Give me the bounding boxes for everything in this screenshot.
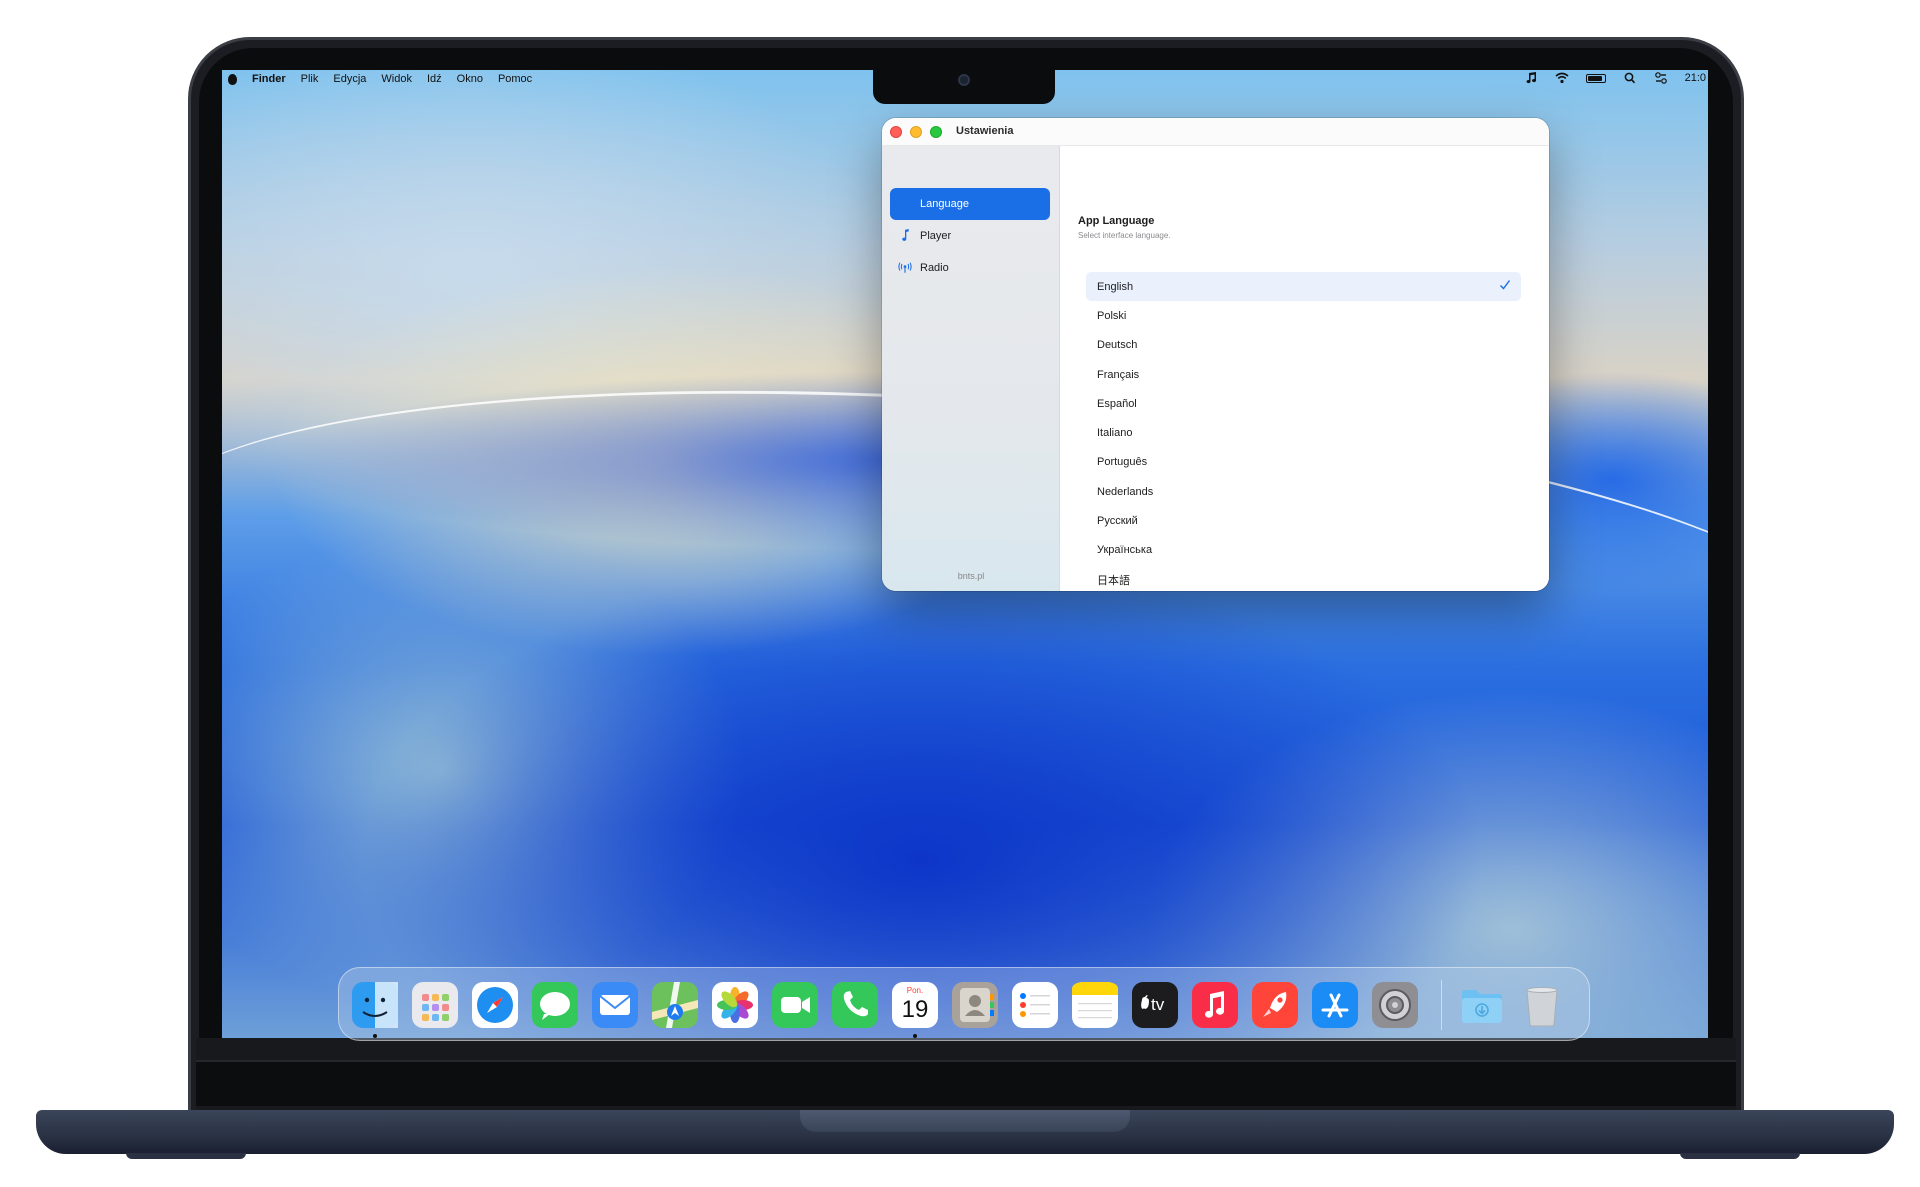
language-option-russian[interactable]: Русский bbox=[1086, 506, 1521, 535]
language-option-english[interactable]: English bbox=[1086, 272, 1521, 302]
settings-window: Ustawienia Language Player Radio bnts.pl… bbox=[882, 118, 1549, 591]
facetime-icon[interactable] bbox=[772, 982, 818, 1028]
language-label: English bbox=[1097, 280, 1134, 293]
language-label: Italiano bbox=[1097, 427, 1133, 440]
rocketsim-icon[interactable] bbox=[1252, 982, 1298, 1028]
minimize-button[interactable] bbox=[910, 126, 922, 138]
maps-icon[interactable] bbox=[652, 982, 698, 1028]
calendar-day: 19 bbox=[901, 996, 929, 1023]
antenna-icon bbox=[898, 261, 912, 275]
sidebar-item-language[interactable]: Language bbox=[890, 188, 1050, 220]
running-indicator bbox=[913, 1034, 917, 1038]
mail-icon[interactable] bbox=[592, 982, 638, 1028]
music-icon[interactable] bbox=[1192, 982, 1238, 1028]
language-label: Español bbox=[1097, 397, 1137, 410]
menu-pomoc[interactable]: Pomoc bbox=[498, 73, 532, 85]
language-label: Nederlands bbox=[1097, 485, 1154, 498]
trash-icon[interactable] bbox=[1519, 982, 1565, 1028]
calendar-icon[interactable]: Pon. 19 bbox=[892, 982, 938, 1028]
sidebar-footer: bnts.pl bbox=[957, 571, 985, 581]
finder-icon[interactable] bbox=[352, 982, 398, 1028]
language-label: Português bbox=[1097, 456, 1148, 469]
menu-clock[interactable]: 21:0 bbox=[1685, 72, 1706, 84]
dock: Pon. 19 tv bbox=[338, 967, 1590, 1041]
camera-icon bbox=[958, 74, 970, 86]
menu-app-name[interactable]: Finder bbox=[252, 73, 286, 85]
search-icon[interactable] bbox=[1623, 72, 1637, 84]
close-button[interactable] bbox=[890, 126, 902, 138]
language-option-polski[interactable]: Polski bbox=[1086, 301, 1521, 330]
dock-separator bbox=[1441, 980, 1442, 1030]
language-option-portugues[interactable]: Português bbox=[1086, 448, 1521, 477]
menu-widok[interactable]: Widok bbox=[381, 73, 412, 85]
menu-okno[interactable]: Okno bbox=[457, 73, 483, 85]
language-label: Français bbox=[1097, 368, 1140, 381]
language-list: English Polski Deutsch Français Español … bbox=[1086, 272, 1521, 591]
photos-icon[interactable] bbox=[712, 982, 758, 1028]
language-label: Русский bbox=[1097, 515, 1138, 528]
menu-plik[interactable]: Plik bbox=[301, 73, 319, 85]
language-settings-panel: App Language Select interface language. … bbox=[1060, 146, 1549, 591]
launchpad-icon[interactable] bbox=[412, 982, 458, 1028]
camera-notch bbox=[873, 70, 1055, 104]
laptop-opening-notch bbox=[800, 1110, 1130, 1132]
language-option-deutsch[interactable]: Deutsch bbox=[1086, 331, 1521, 360]
music-note-icon[interactable] bbox=[1524, 72, 1538, 84]
apple-tv-label: tv bbox=[1151, 995, 1165, 1014]
apple-tv-icon[interactable]: tv bbox=[1132, 982, 1178, 1028]
language-label: Polski bbox=[1097, 309, 1127, 322]
safari-icon[interactable] bbox=[472, 982, 518, 1028]
language-option-japanese[interactable]: 日本語 bbox=[1086, 565, 1521, 591]
apple-icon[interactable] bbox=[228, 73, 237, 85]
phone-icon[interactable] bbox=[832, 982, 878, 1028]
menu-edycja[interactable]: Edycja bbox=[333, 73, 366, 85]
window-titlebar[interactable]: Ustawienia bbox=[882, 118, 1549, 146]
window-title: Ustawienia bbox=[956, 125, 1014, 137]
section-title: App Language bbox=[1078, 215, 1155, 227]
sidebar: Language Player Radio bnts.pl bbox=[882, 146, 1060, 591]
language-option-espanol[interactable]: Español bbox=[1086, 389, 1521, 418]
laptop-foot bbox=[126, 1153, 246, 1159]
control-center-icon[interactable] bbox=[1654, 72, 1668, 84]
sidebar-item-label: Player bbox=[920, 230, 952, 242]
globe-icon bbox=[898, 197, 912, 211]
language-label: 日本語 bbox=[1097, 574, 1130, 587]
notes-icon[interactable] bbox=[1072, 982, 1118, 1028]
messages-icon[interactable] bbox=[532, 982, 578, 1028]
downloads-folder-icon[interactable] bbox=[1459, 982, 1505, 1028]
zoom-button[interactable] bbox=[930, 126, 942, 138]
laptop-foot bbox=[1680, 1153, 1800, 1159]
language-option-francais[interactable]: Français bbox=[1086, 360, 1521, 389]
section-subtitle: Select interface language. bbox=[1078, 231, 1171, 240]
language-option-ukrainian[interactable]: Українська bbox=[1086, 536, 1521, 565]
language-label: Deutsch bbox=[1097, 339, 1138, 352]
sidebar-item-label: Language bbox=[920, 198, 969, 210]
laptop-frame: Finder Plik Edycja Widok Idź Okno Pomoc … bbox=[0, 0, 1920, 1187]
battery-icon[interactable] bbox=[1585, 73, 1606, 83]
checkmark-icon bbox=[1500, 280, 1511, 290]
laptop-hinge bbox=[196, 1060, 1736, 1106]
language-label: Українська bbox=[1097, 544, 1153, 557]
wifi-icon[interactable] bbox=[1555, 72, 1569, 84]
calendar-month: Pon. bbox=[906, 986, 924, 995]
system-settings-icon[interactable] bbox=[1372, 982, 1418, 1028]
contacts-icon[interactable] bbox=[952, 982, 998, 1028]
language-option-italiano[interactable]: Italiano bbox=[1086, 418, 1521, 447]
app-store-icon[interactable] bbox=[1312, 982, 1358, 1028]
reminders-icon[interactable] bbox=[1012, 982, 1058, 1028]
music-note-icon bbox=[898, 229, 912, 243]
running-indicator bbox=[373, 1034, 377, 1038]
sidebar-item-label: Radio bbox=[920, 262, 949, 274]
language-option-nederlands[interactable]: Nederlands bbox=[1086, 477, 1521, 506]
menu-idz[interactable]: Idź bbox=[427, 73, 442, 85]
sidebar-item-player[interactable]: Player bbox=[890, 220, 1050, 252]
sidebar-item-radio[interactable]: Radio bbox=[890, 252, 1050, 284]
